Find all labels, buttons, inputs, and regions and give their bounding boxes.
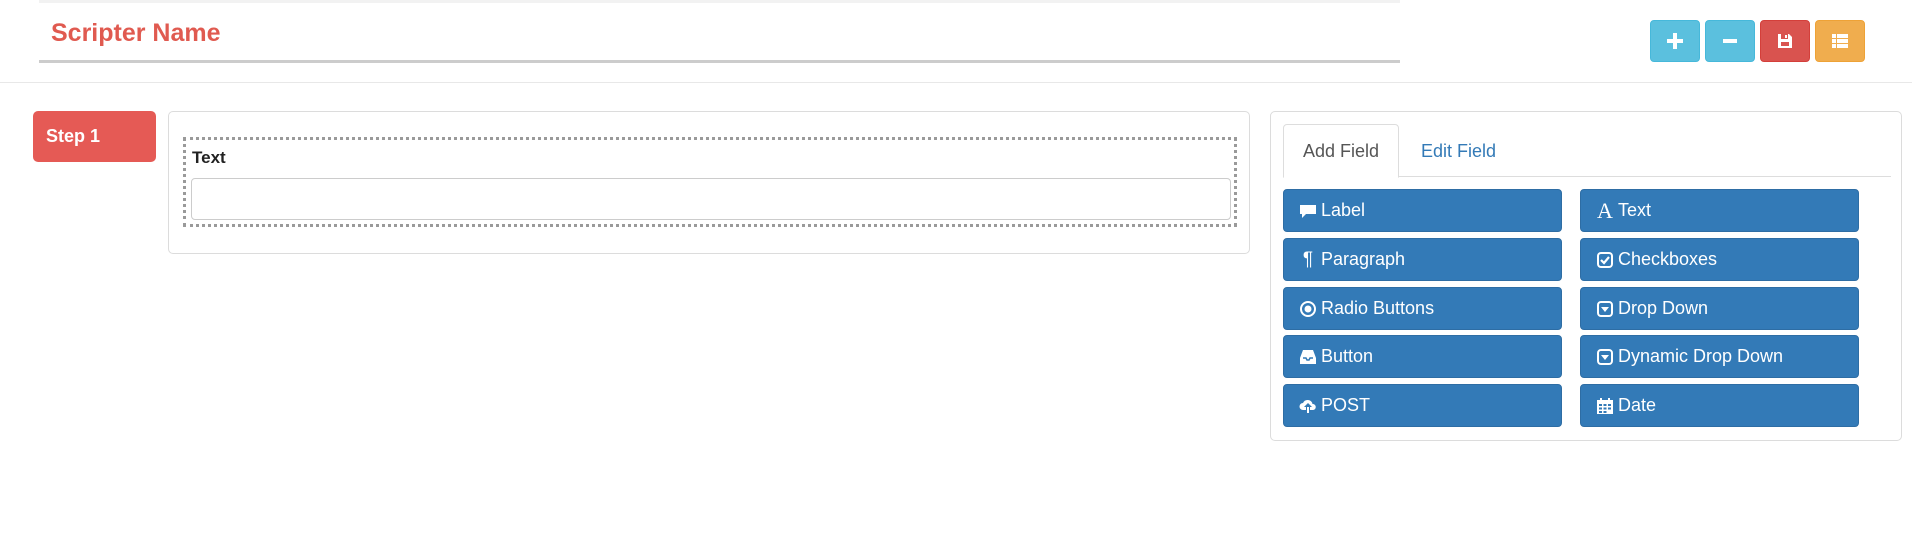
toolbar xyxy=(1650,20,1865,63)
dropdown-icon xyxy=(1597,300,1613,317)
dropdown-icon xyxy=(1597,348,1613,365)
comment-icon xyxy=(1300,204,1316,218)
add-text-text: Text xyxy=(1618,200,1652,220)
tab-add-field[interactable]: Add Field xyxy=(1283,124,1400,178)
add-radio-text: Radio Buttons xyxy=(1321,298,1435,318)
minus-icon xyxy=(1723,39,1737,43)
save-icon xyxy=(1778,34,1792,48)
add-paragraph-text: Paragraph xyxy=(1321,249,1406,269)
paragraph-icon: ¶ xyxy=(1302,248,1314,270)
add-step-button[interactable] xyxy=(1650,20,1700,62)
add-dropdown-text: Drop Down xyxy=(1618,298,1709,318)
text-field-container[interactable]: Text xyxy=(183,137,1237,227)
add-label-button[interactable]: Label xyxy=(1283,189,1562,232)
add-dynamic-dropdown-text: Dynamic Drop Down xyxy=(1618,346,1784,366)
palette-tabs: Add Field Edit Field xyxy=(1283,124,1891,178)
plus-icon xyxy=(1667,33,1683,49)
text-field-input[interactable] xyxy=(191,178,1231,220)
add-button-button[interactable]: Button xyxy=(1283,335,1562,378)
list-button[interactable] xyxy=(1815,20,1865,62)
font-icon: A xyxy=(1597,197,1613,223)
list-icon xyxy=(1832,34,1848,48)
save-button[interactable] xyxy=(1760,20,1810,62)
add-radio-buttons-button[interactable]: Radio Buttons xyxy=(1283,287,1562,330)
tab-edit-field[interactable]: Edit Field xyxy=(1401,124,1516,178)
add-label-text: Label xyxy=(1321,200,1366,220)
add-post-text: POST xyxy=(1321,395,1371,415)
check-square-icon xyxy=(1597,251,1613,268)
inbox-icon xyxy=(1300,349,1316,364)
add-dynamic-dropdown-button[interactable]: Dynamic Drop Down xyxy=(1580,335,1859,378)
text-field-label: Text xyxy=(192,148,226,167)
add-date-text: Date xyxy=(1618,395,1657,415)
add-checkboxes-button[interactable]: Checkboxes xyxy=(1580,238,1859,281)
calendar-icon xyxy=(1597,397,1613,414)
add-paragraph-button[interactable]: ¶ Paragraph xyxy=(1283,238,1562,281)
cloud-upload-icon xyxy=(1299,399,1316,413)
add-text-button[interactable]: A Text xyxy=(1580,189,1859,232)
add-date-button[interactable]: Date xyxy=(1580,384,1859,427)
remove-step-button[interactable] xyxy=(1705,20,1755,62)
add-post-button[interactable]: POST xyxy=(1283,384,1562,427)
add-button-text: Button xyxy=(1321,346,1374,366)
field-palette-panel: Add Field Edit Field Label A Text ¶ Para… xyxy=(1270,111,1902,441)
radio-icon xyxy=(1300,300,1316,317)
header-divider xyxy=(0,82,1912,83)
add-dropdown-button[interactable]: Drop Down xyxy=(1580,287,1859,330)
form-canvas: Text xyxy=(168,111,1250,254)
scripter-name-bar: Scripter Name xyxy=(39,0,1400,63)
add-checkboxes-text: Checkboxes xyxy=(1618,249,1718,269)
step-1-button[interactable]: Step 1 xyxy=(33,111,156,162)
scripter-name-title[interactable]: Scripter Name xyxy=(51,19,221,48)
